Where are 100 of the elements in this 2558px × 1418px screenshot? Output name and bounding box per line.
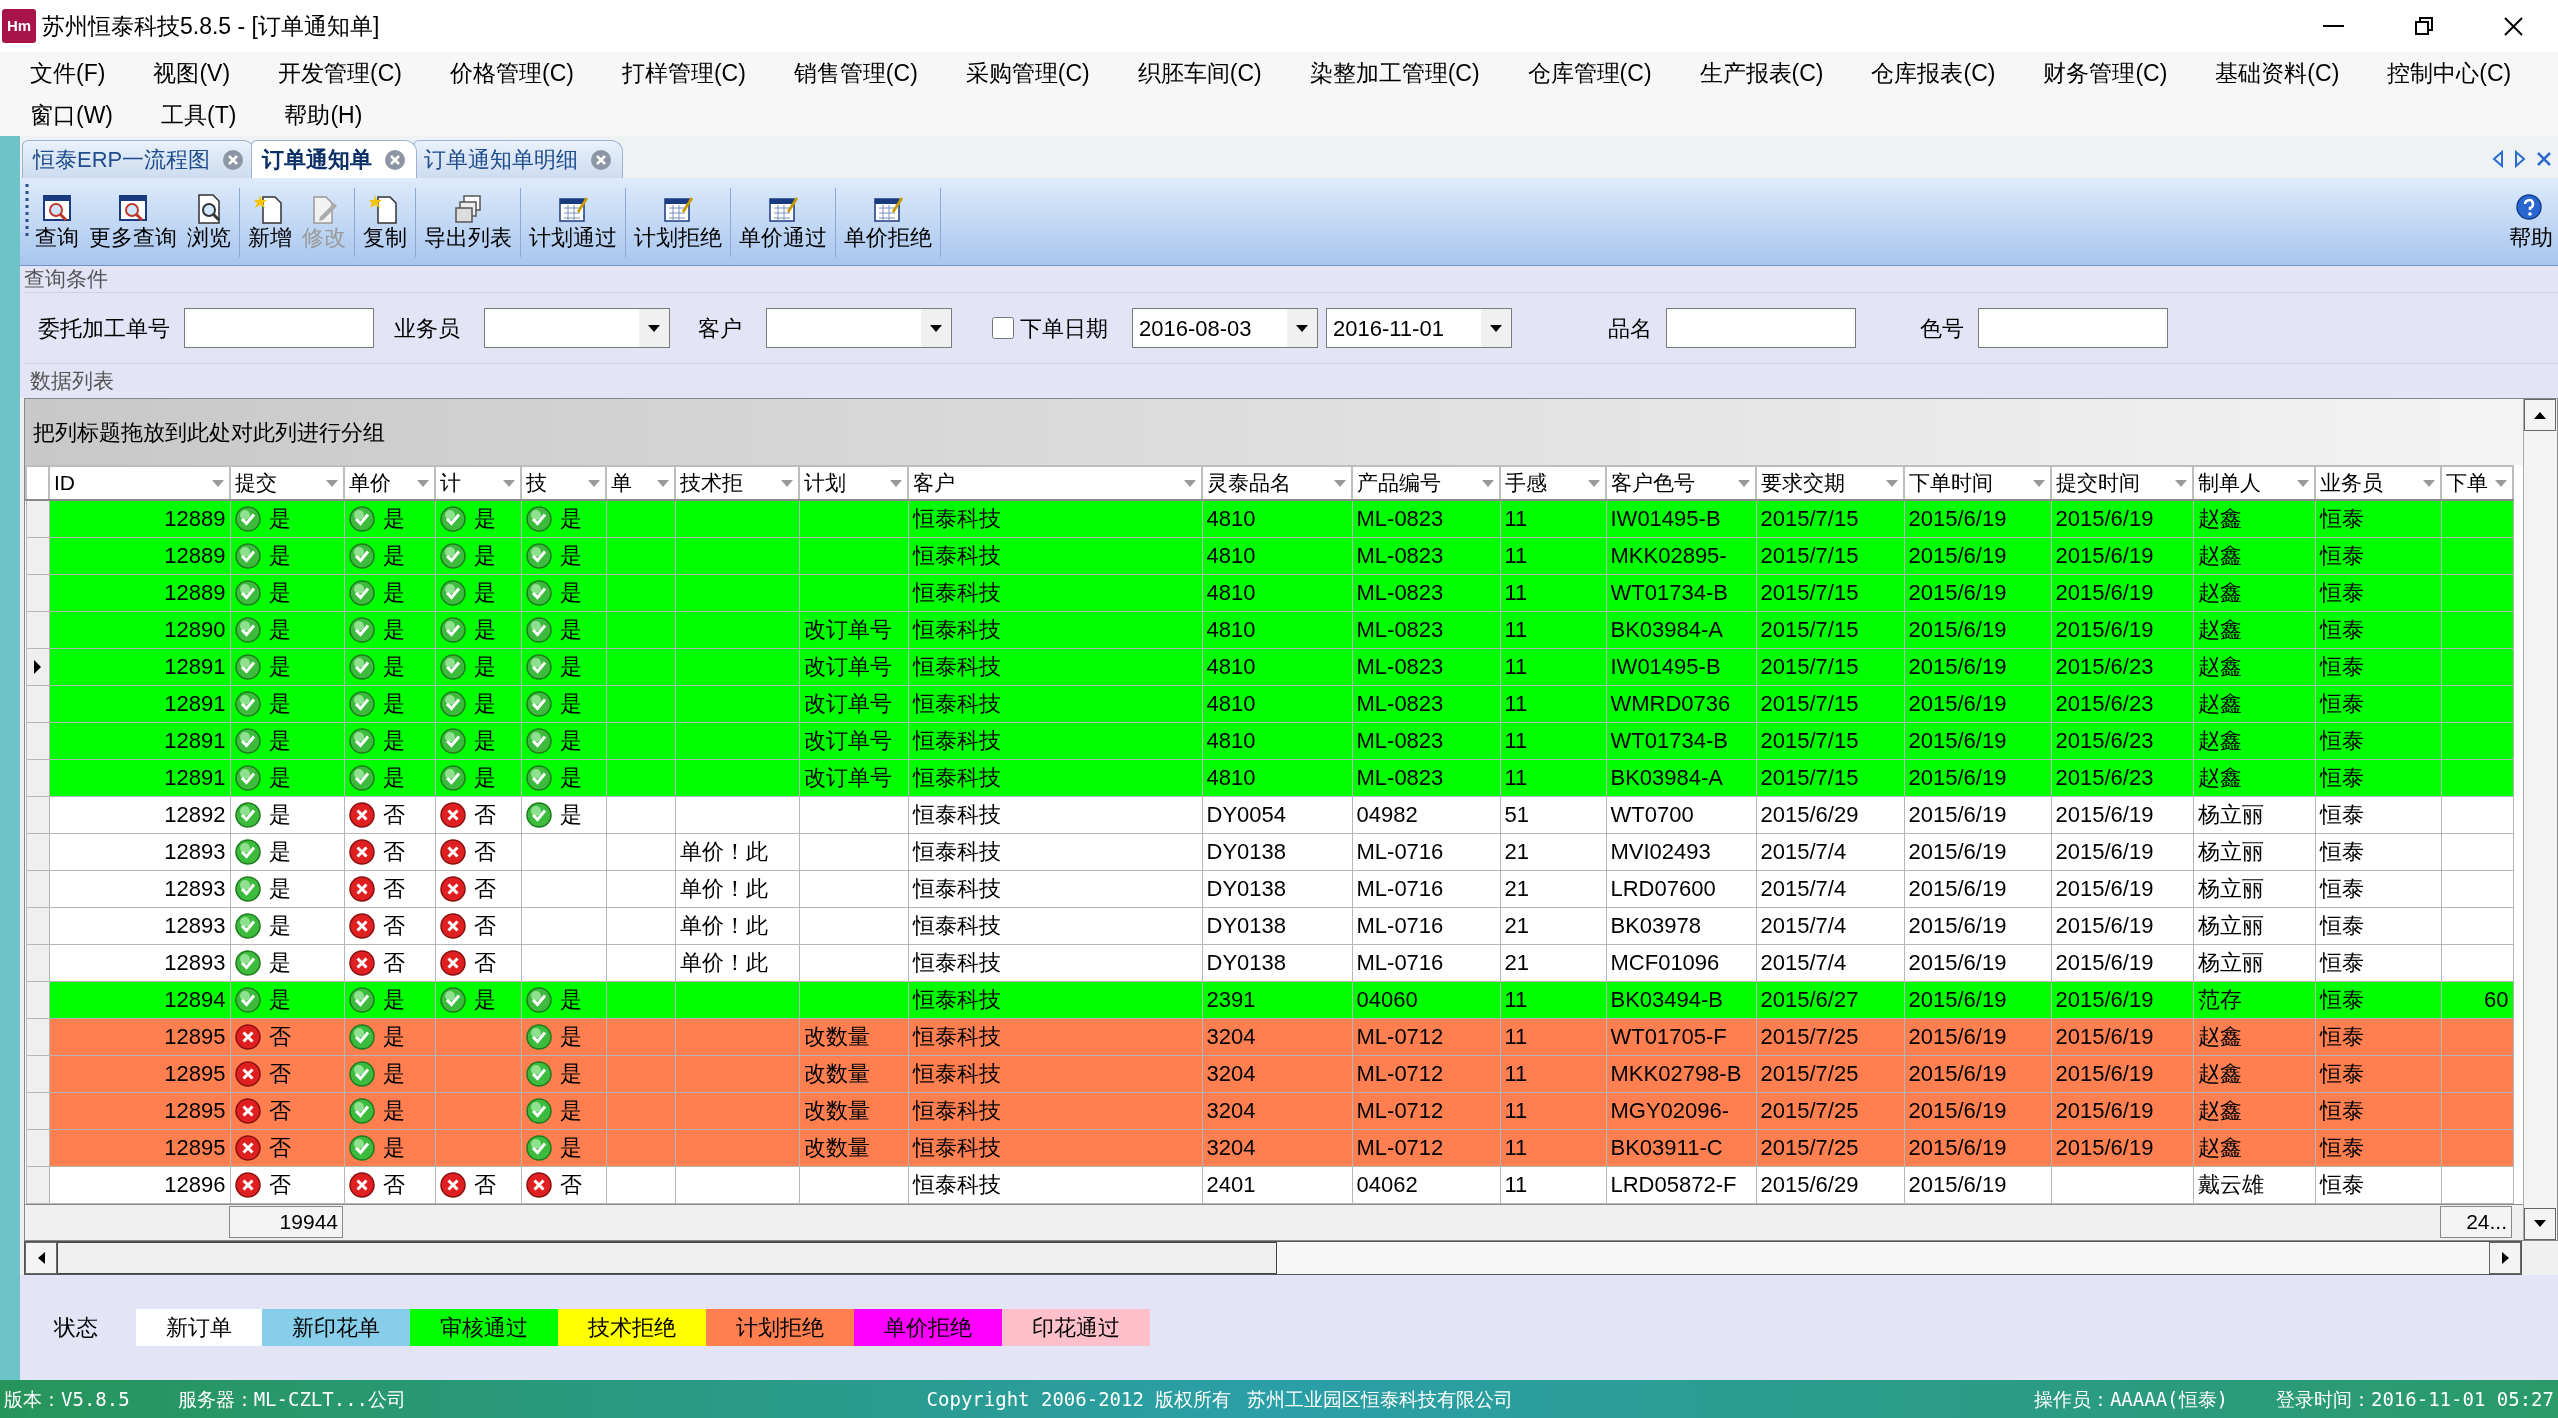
- filter-arrow-icon[interactable]: [587, 478, 601, 488]
- toolbar-button[interactable]: 浏览: [182, 182, 236, 263]
- horizontal-scrollbar[interactable]: [24, 1240, 2522, 1275]
- column-header[interactable]: 制单人: [2193, 466, 2315, 500]
- menu-item[interactable]: 销售管理(C): [769, 55, 942, 91]
- close-icon[interactable]: [590, 148, 613, 171]
- toolbar-button[interactable]: 单价拒绝: [839, 182, 937, 263]
- column-header[interactable]: 计划: [799, 466, 908, 500]
- table-row[interactable]: 12892 是 否 否 是 恒泰科技 DY0054 04982 51 WT0700 2015/6/29 2015/6/19 2015/6/19 杨立丽 恒泰: [26, 796, 2513, 833]
- menu-item[interactable]: 财务管理(C): [2019, 55, 2192, 91]
- dropdown-field[interactable]: [766, 308, 952, 348]
- table-row[interactable]: 12893 是 否 否 单价！此 恒泰科技 DY0138 ML-0716 21 BK03978 2015/7/4 2015/6/19 2015/6/19 杨立丽 恒泰: [26, 907, 2513, 944]
- filter-arrow-icon[interactable]: [1183, 478, 1197, 488]
- close-icon[interactable]: [384, 148, 407, 171]
- column-header[interactable]: 单价: [344, 466, 435, 500]
- toolbar-button[interactable]: 复制: [358, 182, 412, 263]
- date-field[interactable]: 2016-08-03: [1132, 308, 1318, 348]
- table-row[interactable]: 12895 否 是 是 改数量 恒泰科技 3204 ML-0712 11 MGY02096- 2015/7/25 2015/6/19 2015/6/19 赵鑫 恒泰: [26, 1092, 2513, 1129]
- toolbar-button[interactable]: 计划拒绝: [629, 182, 727, 263]
- toolbar-button[interactable]: 导出列表: [419, 182, 517, 263]
- dropdown-field[interactable]: [484, 308, 670, 348]
- filter-arrow-icon[interactable]: [416, 478, 430, 488]
- scroll-up-button[interactable]: [2524, 399, 2556, 431]
- column-header[interactable]: 客户: [908, 466, 1202, 500]
- filter-arrow-icon[interactable]: [325, 478, 339, 488]
- tab[interactable]: 订单通知单明细: [413, 140, 624, 178]
- scrollbar-thumb[interactable]: [57, 1241, 1277, 1274]
- column-header[interactable]: 提交时间: [2051, 466, 2193, 500]
- table-row[interactable]: 12889 是 是 是 是 恒泰科技 4810 ML-0823 11 MKK02895- 2015/7/15 2015/6/19 2015/6/19 赵鑫 恒泰: [26, 537, 2513, 574]
- table-row[interactable]: 12889 是 是 是 是 恒泰科技 4810 ML-0823 11 WT01734-B 2015/7/15 2015/6/19 2015/6/19 赵鑫 恒泰: [26, 574, 2513, 611]
- menu-item[interactable]: 帮助(H): [260, 97, 387, 133]
- column-header[interactable]: 技术拒: [675, 466, 799, 500]
- table-row[interactable]: 12890 是 是 是 是 改订单号 恒泰科技 4810 ML-0823 11 BK03984-A 2015/7/15 2015/6/19 2015/6/19 赵鑫 恒泰: [26, 611, 2513, 648]
- toolbar-button[interactable]: 帮助: [2504, 182, 2558, 263]
- menu-item[interactable]: 工具(T): [137, 97, 261, 133]
- menu-item[interactable]: 窗口(W): [6, 97, 138, 133]
- menu-item[interactable]: 生产报表(C): [1675, 55, 1848, 91]
- close-icon[interactable]: [222, 148, 245, 171]
- menu-item[interactable]: 开发管理(C): [254, 55, 426, 91]
- table-row[interactable]: 12891 是 是 是 是 改订单号 恒泰科技 4810 ML-0823 11 WMRD0736 2015/7/15 2015/6/19 2015/6/23 赵鑫 恒泰: [26, 685, 2513, 722]
- column-header[interactable]: ID: [49, 466, 230, 500]
- table-row[interactable]: 12893 是 否 否 单价！此 恒泰科技 DY0138 ML-0716 21 LRD07600 2015/7/4 2015/6/19 2015/6/19 杨立丽 恒泰: [26, 870, 2513, 907]
- column-header[interactable]: 下单: [2441, 466, 2513, 500]
- column-header[interactable]: 提交: [230, 466, 344, 500]
- column-header[interactable]: 手感: [1500, 466, 1606, 500]
- filter-arrow-icon[interactable]: [2032, 478, 2046, 488]
- menu-item[interactable]: 控制中心(C): [2363, 55, 2536, 91]
- filter-arrow-icon[interactable]: [1737, 478, 1751, 488]
- column-header[interactable]: 下单时间: [1904, 466, 2051, 500]
- table-row[interactable]: 12894 是 是 是 是 恒泰科技 2391 04060 11 BK03494-B 2015/6/27 2015/6/19 2015/6/19 范存 恒泰 60: [26, 981, 2513, 1018]
- menu-item[interactable]: 价格管理(C): [426, 55, 598, 91]
- table-row[interactable]: 12893 是 否 否 单价！此 恒泰科技 DY0138 ML-0716 21 MVI02493 2015/7/4 2015/6/19 2015/6/19 杨立丽 恒泰: [26, 833, 2513, 870]
- menu-item[interactable]: 采购管理(C): [941, 55, 1114, 91]
- toolbar-button[interactable]: 更多查询: [84, 182, 182, 263]
- filter-arrow-icon[interactable]: [2494, 478, 2508, 488]
- table-row[interactable]: 12896 否 否 否 否 恒泰科技 2401 04062 11 LRD05872-F 2015/6/29 2015/6/19 戴云雄 恒泰: [26, 1166, 2513, 1203]
- filter-arrow-icon[interactable]: [2296, 478, 2310, 488]
- filter-arrow-icon[interactable]: [1481, 478, 1495, 488]
- column-header[interactable]: 客户色号: [1606, 466, 1756, 500]
- column-header[interactable]: 技: [521, 466, 606, 500]
- filter-arrow-icon[interactable]: [1333, 478, 1347, 488]
- menu-item[interactable]: 仓库报表(C): [1847, 55, 2020, 91]
- menu-item[interactable]: 视图(V): [129, 55, 255, 91]
- filter-arrow-icon[interactable]: [780, 478, 794, 488]
- scroll-down-button[interactable]: [2524, 1207, 2556, 1240]
- table-row[interactable]: 12895 否 是 是 改数量 恒泰科技 3204 ML-0712 11 WT01705-F 2015/7/25 2015/6/19 2015/6/19 赵鑫 恒泰: [26, 1018, 2513, 1055]
- menu-item[interactable]: 织胚车间(C): [1113, 55, 1286, 91]
- toolbar-button[interactable]: 计划通过: [524, 182, 622, 263]
- column-header[interactable]: 灵泰品名: [1202, 466, 1352, 500]
- menu-item[interactable]: 文件(F): [6, 55, 130, 91]
- menu-item[interactable]: 基础资料(C): [2191, 55, 2364, 91]
- column-header[interactable]: 业务员: [2315, 466, 2441, 500]
- column-header[interactable]: 要求交期: [1756, 466, 1904, 500]
- row-selector[interactable]: [26, 648, 49, 685]
- scroll-left-button[interactable]: [25, 1241, 57, 1274]
- filter-arrow-icon[interactable]: [502, 478, 516, 488]
- toolbar-button[interactable]: 查询: [30, 182, 84, 263]
- menu-item[interactable]: 仓库管理(C): [1503, 55, 1676, 91]
- table-row[interactable]: 12895 否 是 是 改数量 恒泰科技 3204 ML-0712 11 BK03911-C 2015/7/25 2015/6/19 2015/6/19 赵鑫 恒泰: [26, 1129, 2513, 1166]
- close-icon[interactable]: [2536, 151, 2552, 167]
- tab[interactable]: 订单通知单: [251, 140, 418, 178]
- table-row[interactable]: 12891 是 是 是 是 改订单号 恒泰科技 4810 ML-0823 11 IW01495-B 2015/7/15 2015/6/19 2015/6/23 赵鑫 恒泰: [26, 648, 2513, 685]
- table-row[interactable]: 12889 是 是 是 是 恒泰科技 4810 ML-0823 11 IW01495-B 2015/7/15 2015/6/19 2015/6/19 赵鑫 恒泰: [26, 500, 2513, 537]
- toolbar-button[interactable]: 新增: [243, 182, 297, 263]
- menu-item[interactable]: 打样管理(C): [597, 55, 770, 91]
- filter-arrow-icon[interactable]: [1885, 478, 1899, 488]
- column-header[interactable]: 产品编号: [1352, 466, 1500, 500]
- filter-arrow-icon[interactable]: [656, 478, 670, 488]
- column-header[interactable]: 计: [435, 466, 521, 500]
- table-row[interactable]: 12893 是 否 否 单价！此 恒泰科技 DY0138 ML-0716 21 MCF01096 2015/7/4 2015/6/19 2015/6/19 杨立丽 恒泰: [26, 944, 2513, 981]
- toolbar-button[interactable]: 单价通过: [734, 182, 832, 263]
- filter-arrow-icon[interactable]: [1587, 478, 1601, 488]
- input-field[interactable]: [1978, 308, 2168, 348]
- column-header[interactable]: 单: [606, 466, 675, 500]
- previous-icon[interactable]: [2492, 150, 2504, 168]
- filter-arrow-icon[interactable]: [2422, 478, 2436, 488]
- input-field[interactable]: [184, 308, 374, 348]
- checkbox[interactable]: [992, 317, 1014, 339]
- input-field[interactable]: [1666, 308, 1856, 348]
- next-icon[interactable]: [2514, 150, 2526, 168]
